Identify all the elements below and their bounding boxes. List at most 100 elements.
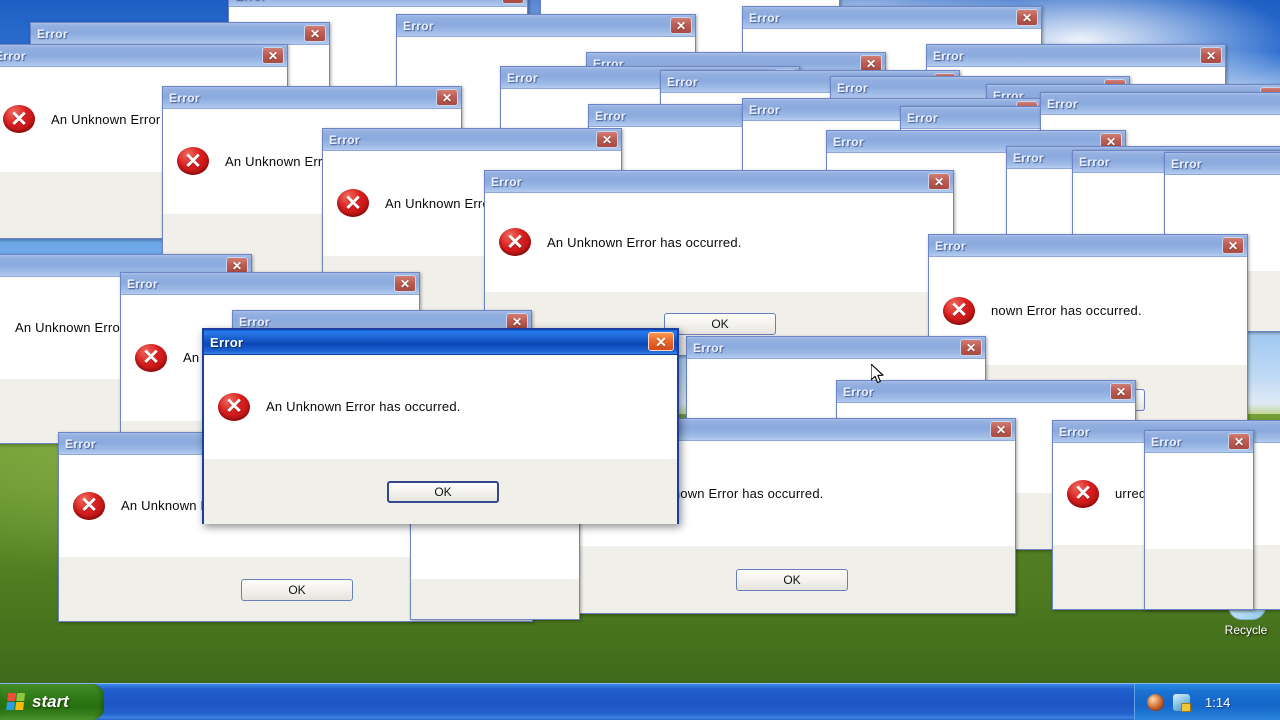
dialog-titlebar[interactable]: Error✕ — [1041, 93, 1280, 115]
dialog-title: Error — [667, 74, 698, 89]
ok-button-label: OK — [783, 573, 801, 587]
dialog-title: Error — [837, 80, 868, 95]
dialog-title: Error — [907, 110, 938, 125]
close-button[interactable]: ✕ — [1200, 47, 1222, 64]
dialog-title: Error — [37, 26, 68, 41]
dialog-titlebar[interactable]: Error ✕ — [687, 337, 985, 359]
dialog-title: Error — [935, 238, 966, 253]
start-button-label: start — [32, 692, 69, 711]
desktop-screen: ♻Recycle Error✕Error✕Error✕Error✕Error✕E… — [0, 0, 1280, 720]
close-button[interactable]: ✕ — [502, 0, 524, 4]
start-button[interactable]: start — [0, 684, 104, 720]
error-x-icon: ✕ — [177, 146, 209, 176]
close-x-icon: ✕ — [1021, 10, 1033, 25]
dialog-footer: OK — [204, 458, 677, 524]
close-x-icon: ✕ — [1205, 48, 1217, 63]
close-button[interactable]: ✕ — [1222, 237, 1244, 254]
close-button[interactable]: ✕ — [1110, 383, 1132, 400]
close-button[interactable]: ✕ — [304, 25, 326, 42]
ok-button-label: OK — [434, 485, 452, 499]
dialog-title: Error — [507, 70, 538, 85]
close-x-icon: ✕ — [231, 258, 243, 273]
dialog-titlebar[interactable]: Error ✕ — [163, 87, 461, 109]
close-button[interactable]: ✕ — [436, 89, 458, 106]
close-button[interactable]: ✕ — [1016, 9, 1038, 26]
ok-button-label: OK — [288, 583, 306, 597]
dialog-message: An Unknown Error has occurred. — [266, 399, 461, 414]
dialog-titlebar[interactable]: Error ✕ — [31, 23, 329, 45]
error-x-icon: ✕ — [943, 296, 975, 326]
error-x-icon: ✕ — [218, 392, 250, 422]
dialog-title: Error — [749, 10, 780, 25]
close-button[interactable]: ✕ — [394, 275, 416, 292]
dialog-title: Error — [239, 314, 270, 329]
ok-button[interactable]: OK — [387, 481, 499, 503]
dialog-title: Error — [749, 102, 780, 117]
dialog-titlebar[interactable]: Error ✕ — [204, 330, 677, 355]
dialog-title: Error — [491, 174, 522, 189]
dialog-footer — [411, 578, 579, 619]
close-button[interactable]: ✕ — [1228, 433, 1250, 450]
close-button[interactable]: ✕ — [928, 173, 950, 190]
ok-button[interactable]: OK — [736, 569, 848, 591]
close-x-icon: ✕ — [399, 276, 411, 291]
close-x-icon: ✕ — [508, 0, 518, 2]
dialog-title: Error — [403, 18, 434, 33]
dialog-titlebar[interactable]: Error ✕ — [743, 7, 1041, 29]
dialog-body — [1145, 453, 1253, 548]
dialog-title: Error — [833, 134, 864, 149]
windows-flag-icon — [6, 692, 27, 712]
close-button[interactable]: ✕ — [960, 339, 982, 356]
dialog-titlebar[interactable]: Error ✕ — [397, 15, 695, 37]
dialog-footer — [1145, 548, 1253, 609]
ok-button-label: OK — [711, 317, 729, 331]
dialog-title: Error — [1171, 156, 1202, 171]
dialog-titlebar[interactable]: Error ✕ — [485, 171, 953, 193]
error-dialog[interactable]: Error ✕ ✕ An Unknown Error has occurred. OK — [202, 328, 679, 524]
error-x-icon: ✕ — [1067, 479, 1099, 509]
dialog-titlebar[interactable]: Error ✕ — [229, 0, 527, 7]
close-x-icon: ✕ — [865, 56, 877, 71]
dialog-title: Error — [1059, 424, 1090, 439]
dialog-message: An Unknown Error has occurred. — [547, 234, 742, 250]
close-x-icon: ✕ — [995, 422, 1007, 437]
close-button[interactable]: ✕ — [262, 47, 284, 64]
error-x-icon: ✕ — [3, 104, 35, 134]
error-dialog[interactable]: Error ✕ — [1144, 430, 1254, 610]
dialog-title: Error — [127, 276, 158, 291]
close-x-icon: ✕ — [267, 48, 279, 63]
dialog-title: Error — [65, 436, 96, 451]
close-x-icon: ✕ — [675, 18, 687, 33]
ok-button[interactable]: OK — [664, 313, 776, 335]
security-shield-icon[interactable] — [1147, 693, 1164, 711]
ok-button[interactable]: OK — [241, 579, 353, 601]
dialog-body: ✕ An Unknown Error has occurred. — [204, 355, 677, 458]
close-button[interactable]: ✕ — [670, 17, 692, 34]
dialog-title: Error — [169, 90, 200, 105]
error-x-icon: ✕ — [499, 227, 531, 257]
dialog-titlebar[interactable]: Error ✕ — [837, 381, 1135, 403]
close-x-icon: ✕ — [441, 90, 453, 105]
dialog-titlebar[interactable]: Error ✕ — [929, 235, 1247, 257]
dialog-title: Error — [235, 0, 266, 3]
dialog-titlebar[interactable]: Error✕ — [1165, 153, 1280, 175]
network-connection-icon[interactable] — [1173, 693, 1191, 712]
dialog-titlebar[interactable]: Error ✕ — [121, 273, 419, 295]
close-button[interactable]: ✕ — [990, 421, 1012, 438]
close-button[interactable]: ✕ — [648, 332, 674, 351]
dialog-titlebar[interactable]: Error✕ — [927, 45, 1225, 67]
taskbar: start 1:14 — [0, 683, 1280, 720]
taskbar-clock[interactable]: 1:14 — [1205, 695, 1230, 710]
dialog-title: Error — [329, 132, 360, 147]
close-x-icon: ✕ — [309, 26, 321, 41]
dialog-title: Error — [210, 334, 244, 350]
dialog-titlebar[interactable]: Error ✕ — [323, 129, 621, 151]
dialog-footer: OK — [567, 545, 1015, 613]
dialog-title: Error — [843, 384, 874, 399]
dialog-titlebar[interactable]: Error✕ — [1145, 431, 1253, 453]
error-x-icon: ✕ — [135, 343, 167, 373]
desktop-icon-label: Recycle — [1224, 623, 1268, 637]
close-button[interactable]: ✕ — [596, 131, 618, 148]
dialog-title: Error — [693, 340, 724, 355]
dialog-titlebar[interactable]: Error✕ — [0, 45, 287, 67]
